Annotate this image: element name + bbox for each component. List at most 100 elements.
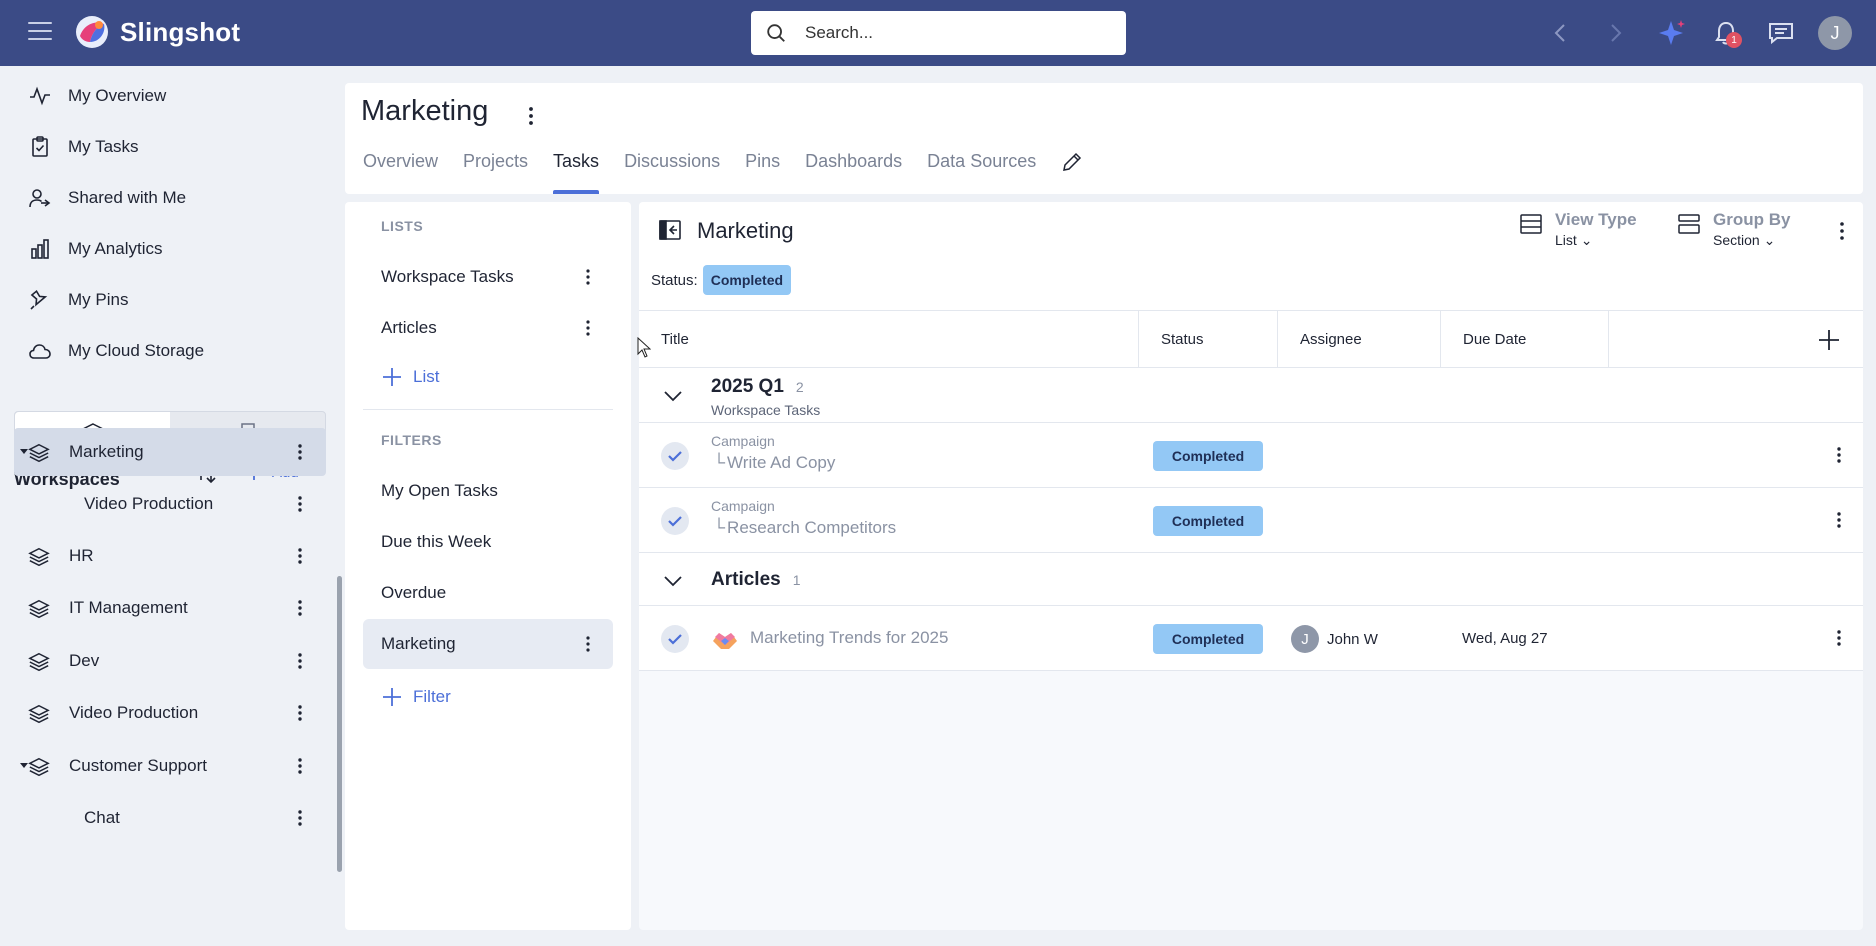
- more-vertical-icon[interactable]: [290, 546, 310, 566]
- status-badge[interactable]: Completed: [1153, 624, 1263, 654]
- status-badge[interactable]: Completed: [1153, 441, 1263, 471]
- more-vertical-icon[interactable]: [1829, 510, 1849, 530]
- group-count: 1: [792, 572, 801, 588]
- expanded-caret-icon[interactable]: [20, 449, 28, 454]
- menu-icon[interactable]: [28, 22, 52, 42]
- task-complete-checkbox[interactable]: [661, 442, 689, 470]
- more-vertical-icon[interactable]: [290, 651, 310, 671]
- more-vertical-icon[interactable]: [579, 268, 597, 286]
- sidebar-item-my-pins[interactable]: My Pins: [28, 285, 128, 315]
- workspace-label: Video Production: [84, 494, 214, 513]
- chevron-down-icon[interactable]: [663, 575, 683, 587]
- workspace-item-dev[interactable]: Dev: [14, 637, 326, 685]
- more-vertical-icon[interactable]: [579, 635, 597, 653]
- filter-item-overdue[interactable]: Overdue: [363, 568, 613, 618]
- workspace-item-it-management[interactable]: IT Management: [14, 584, 326, 632]
- sidebar-scrollbar[interactable]: [337, 576, 342, 872]
- filter-label: My Open Tasks: [381, 481, 498, 500]
- tab-pins[interactable]: Pins: [745, 139, 780, 194]
- search-box[interactable]: [751, 11, 1126, 55]
- group-by-control[interactable]: Group By Section ⌄: [1677, 210, 1790, 249]
- status-filter-chip[interactable]: Completed: [702, 265, 792, 295]
- workspace-item-video-production[interactable]: Video Production: [14, 689, 326, 737]
- add-list-label: List: [413, 367, 440, 386]
- tab-data-sources[interactable]: Data Sources: [927, 139, 1036, 194]
- task-title[interactable]: Marketing Trends for 2025: [750, 628, 948, 648]
- task-complete-checkbox[interactable]: [661, 625, 689, 653]
- layers-icon: [28, 443, 50, 463]
- divider: [363, 409, 613, 410]
- tab-tasks[interactable]: Tasks: [553, 139, 600, 194]
- search-icon: [767, 24, 785, 42]
- more-vertical-icon[interactable]: [1832, 220, 1852, 242]
- workspace-item-customer-support[interactable]: Customer Support: [14, 742, 326, 790]
- filter-item-marketing[interactable]: Marketing: [363, 619, 613, 669]
- expanded-caret-icon[interactable]: [20, 763, 28, 768]
- collapse-panel-icon[interactable]: [658, 218, 682, 242]
- more-vertical-icon[interactable]: [290, 494, 310, 514]
- tab-overview[interactable]: Overview: [363, 139, 438, 194]
- due-date[interactable]: Wed, Aug 27: [1462, 630, 1548, 647]
- filter-item-due-this-week[interactable]: Due this Week: [363, 517, 613, 567]
- table-row[interactable]: Campaign └ Research Competitors Completed: [639, 488, 1863, 553]
- status-badge[interactable]: Completed: [1153, 506, 1263, 536]
- column-due-date[interactable]: Due Date: [1440, 311, 1608, 367]
- add-column-icon[interactable]: [1817, 328, 1841, 352]
- more-vertical-icon[interactable]: [290, 756, 310, 776]
- search-input[interactable]: [805, 11, 1105, 55]
- workspace-item-chat[interactable]: Chat: [14, 794, 326, 842]
- clipboard-check-icon: [32, 136, 48, 157]
- add-filter-button[interactable]: Filter: [381, 686, 451, 708]
- chevron-right-icon: [1611, 24, 1622, 42]
- task-complete-checkbox[interactable]: [661, 507, 689, 535]
- handshake-icon: [713, 633, 737, 649]
- sidebar-item-my-overview[interactable]: My Overview: [28, 81, 166, 111]
- chevron-down-icon[interactable]: [663, 390, 683, 402]
- pencil-icon[interactable]: [1061, 151, 1083, 173]
- table-row[interactable]: Marketing Trends for 2025 Completed J Jo…: [639, 606, 1863, 671]
- workspace-label: IT Management: [69, 598, 188, 617]
- tab-projects[interactable]: Projects: [463, 139, 528, 194]
- bar-chart-icon: [31, 239, 49, 259]
- view-type-control[interactable]: View Type List ⌄: [1519, 210, 1637, 249]
- workspace-item-marketing[interactable]: Marketing: [14, 428, 326, 476]
- more-vertical-icon[interactable]: [290, 442, 310, 462]
- sidebar-item-shared-with-me[interactable]: Shared with Me: [28, 183, 186, 213]
- more-vertical-icon[interactable]: [290, 808, 310, 828]
- more-vertical-icon[interactable]: [1829, 445, 1849, 465]
- forward-button[interactable]: [1600, 17, 1632, 49]
- more-vertical-icon[interactable]: [579, 319, 597, 337]
- list-item-workspace-tasks[interactable]: Workspace Tasks: [363, 252, 613, 302]
- plus-icon: [383, 368, 401, 386]
- sidebar-item-my-tasks[interactable]: My Tasks: [28, 132, 139, 162]
- sidebar-item-my-analytics[interactable]: My Analytics: [28, 234, 162, 264]
- back-button[interactable]: [1544, 17, 1576, 49]
- sidebar-item-my-cloud-storage[interactable]: My Cloud Storage: [28, 336, 204, 366]
- layers-icon: [28, 547, 50, 567]
- more-vertical-icon[interactable]: [290, 598, 310, 618]
- tab-dashboards[interactable]: Dashboards: [805, 139, 902, 194]
- messages-button[interactable]: [1765, 17, 1797, 49]
- page-title: Marketing: [361, 95, 489, 127]
- filters-heading: FILTERS: [381, 432, 442, 448]
- column-title[interactable]: Title: [639, 311, 1138, 367]
- workspace-item-hr[interactable]: HR: [14, 532, 326, 580]
- more-vertical-icon[interactable]: [1829, 628, 1849, 648]
- notifications-button[interactable]: 1: [1710, 17, 1742, 49]
- more-vertical-icon[interactable]: [521, 105, 541, 127]
- list-item-articles[interactable]: Articles: [363, 303, 613, 353]
- more-vertical-icon[interactable]: [290, 703, 310, 723]
- column-status[interactable]: Status: [1138, 311, 1277, 367]
- subtask-connector-icon: └: [713, 453, 726, 472]
- group-name: Articles 1: [711, 569, 801, 590]
- add-list-button[interactable]: List: [381, 366, 439, 388]
- filter-item-my-open-tasks[interactable]: My Open Tasks: [363, 466, 613, 516]
- check-icon: [668, 634, 682, 645]
- ai-assistant-button[interactable]: [1656, 17, 1688, 49]
- workspace-item-video-production-sub[interactable]: Video Production: [14, 480, 326, 528]
- table-row[interactable]: Campaign └ Write Ad Copy Completed: [639, 423, 1863, 488]
- column-assignee[interactable]: Assignee: [1277, 311, 1440, 367]
- assignee-name[interactable]: John W: [1327, 631, 1378, 648]
- tab-discussions[interactable]: Discussions: [624, 139, 720, 194]
- user-avatar[interactable]: J: [1818, 16, 1852, 50]
